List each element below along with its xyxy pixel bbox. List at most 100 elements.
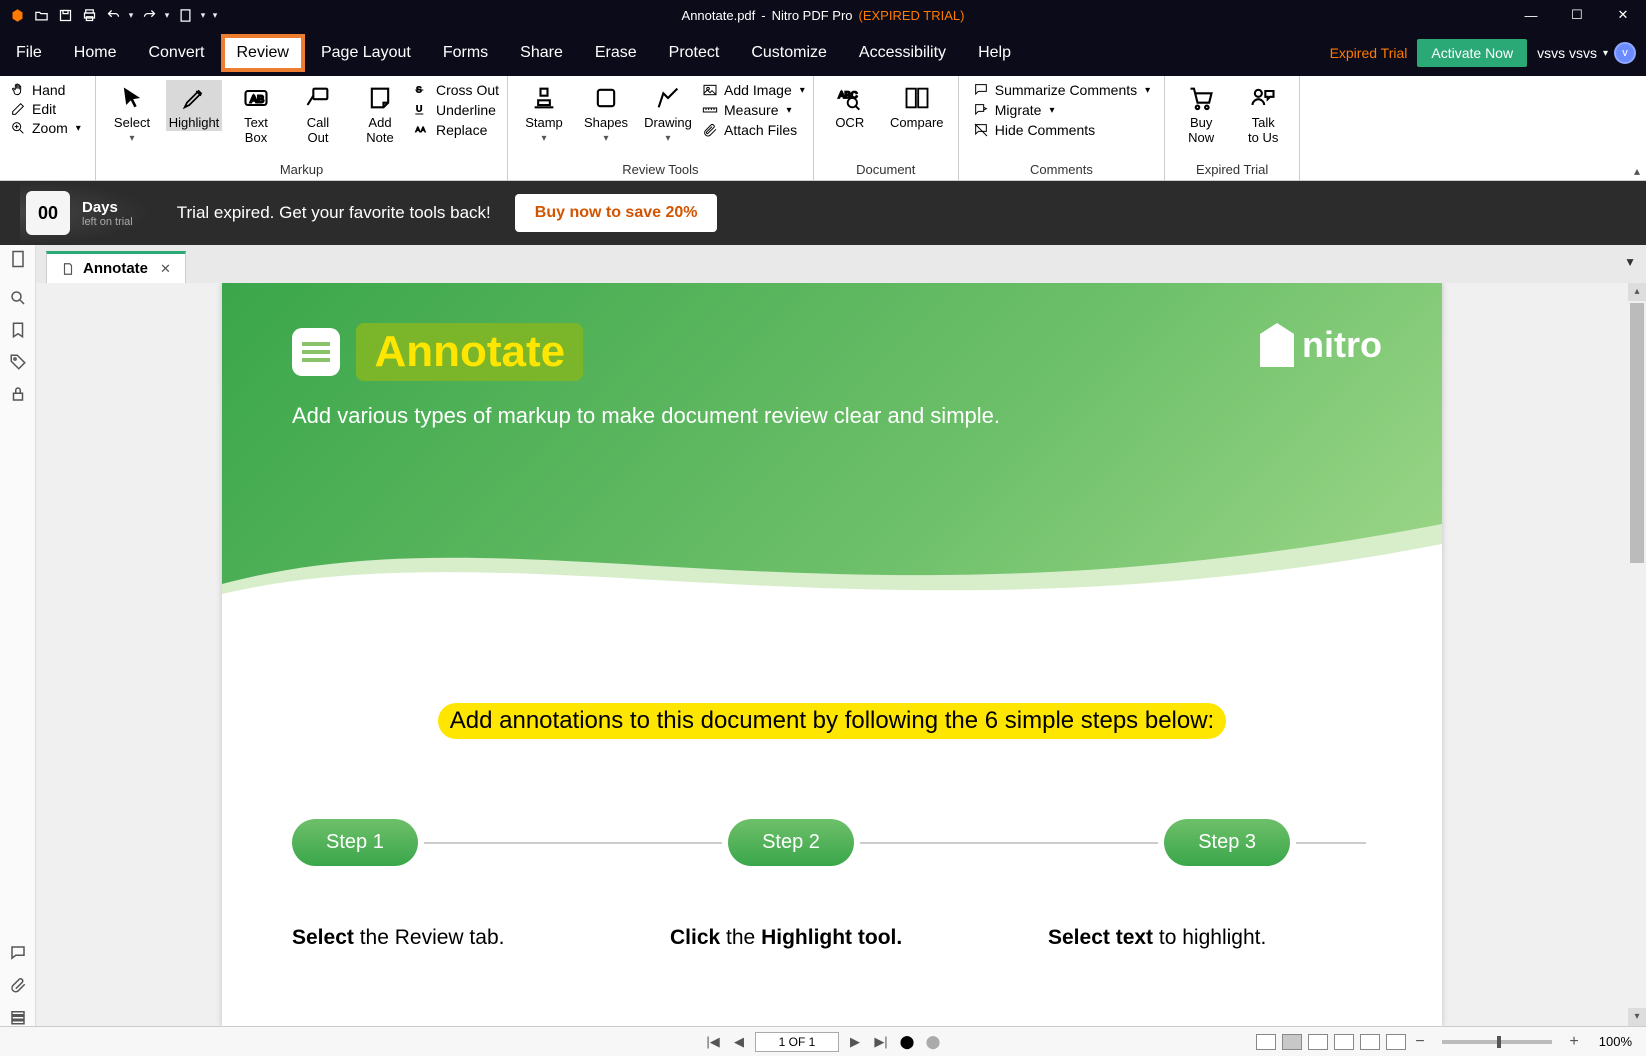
- ribbon-group-document: ABCOCR Compare Document: [814, 76, 959, 180]
- buy-now-cta[interactable]: Buy now to save 20%: [515, 194, 718, 232]
- nav-back-button[interactable]: ⬤: [897, 1032, 917, 1052]
- menu-help[interactable]: Help: [962, 34, 1027, 72]
- view-facing-continuous[interactable]: [1334, 1034, 1354, 1050]
- menu-protect[interactable]: Protect: [653, 34, 736, 72]
- add-image-button[interactable]: Add Image▾: [702, 82, 805, 98]
- maximize-button[interactable]: ☐: [1554, 0, 1600, 30]
- redo-dropdown[interactable]: ▾: [162, 4, 172, 26]
- next-page-button[interactable]: ▶: [845, 1032, 865, 1052]
- statusbar: |◀ ◀ ▶ ▶| ⬤ ⬤ − + 100%: [0, 1026, 1646, 1056]
- expired-trial-label: Expired Trial: [1330, 45, 1408, 61]
- comments-panel-icon[interactable]: [9, 944, 27, 962]
- ribbon-quick-tools: Hand Edit Zoom▾: [0, 76, 96, 180]
- first-page-button[interactable]: |◀: [703, 1032, 723, 1052]
- view-fullscreen[interactable]: [1386, 1034, 1406, 1050]
- attach-files-button[interactable]: Attach Files: [702, 122, 805, 138]
- save-icon[interactable]: [54, 4, 76, 26]
- hand-tool[interactable]: Hand: [10, 82, 85, 98]
- layers-panel-icon[interactable]: [9, 1008, 27, 1026]
- edit-tool[interactable]: Edit: [10, 101, 85, 117]
- migrate-button[interactable]: Migrate▾: [973, 102, 1150, 118]
- prev-page-button[interactable]: ◀: [729, 1032, 749, 1052]
- cross-out-button[interactable]: SCross Out: [414, 82, 499, 98]
- zoom-tool[interactable]: Zoom▾: [10, 120, 85, 136]
- collapse-ribbon-icon[interactable]: ▴: [1634, 164, 1640, 178]
- step-3-pill: Step 3: [1164, 819, 1290, 866]
- view-continuous[interactable]: [1282, 1034, 1302, 1050]
- talk-to-us-button[interactable]: Talkto Us: [1235, 80, 1291, 146]
- menu-home[interactable]: Home: [58, 34, 133, 72]
- measure-button[interactable]: Measure▾: [702, 102, 805, 118]
- activate-now-button[interactable]: Activate Now: [1417, 39, 1527, 67]
- summarize-comments-button[interactable]: Summarize Comments▾: [973, 82, 1150, 98]
- trial-days-sub: left on trial: [82, 216, 133, 228]
- zoom-in-button[interactable]: +: [1566, 1033, 1582, 1051]
- tags-panel-icon[interactable]: [9, 353, 27, 371]
- scrollbar-thumb[interactable]: [1630, 303, 1644, 563]
- last-page-button[interactable]: ▶|: [871, 1032, 891, 1052]
- nav-forward-button[interactable]: ⬤: [923, 1032, 943, 1052]
- text-box-button[interactable]: ABTextBox: [228, 80, 284, 146]
- instructions-highlight: Add annotations to this document by foll…: [438, 703, 1226, 739]
- page-display-dropdown[interactable]: ▾: [198, 4, 208, 26]
- user-name: vsvs vsvs: [1537, 45, 1597, 61]
- chevron-down-icon: ▾: [542, 133, 547, 145]
- search-panel-icon[interactable]: [9, 289, 27, 307]
- undo-icon[interactable]: [102, 4, 124, 26]
- chevron-down-icon: ▾: [666, 133, 671, 145]
- menu-customize[interactable]: Customize: [735, 34, 843, 72]
- view-facing[interactable]: [1308, 1034, 1328, 1050]
- highlight-button[interactable]: Highlight: [166, 80, 222, 131]
- page-number-input[interactable]: [755, 1032, 839, 1052]
- pages-panel-icon[interactable]: [8, 249, 28, 269]
- drawing-button[interactable]: Drawing▾: [640, 80, 696, 144]
- document-tab[interactable]: Annotate ✕: [46, 251, 186, 283]
- replace-button[interactable]: AAReplace: [414, 122, 499, 138]
- bookmarks-panel-icon[interactable]: [9, 321, 27, 339]
- menu-file[interactable]: File: [0, 34, 58, 72]
- user-menu[interactable]: vsvs vsvs ▾ v: [1537, 42, 1636, 64]
- close-tab-icon[interactable]: ✕: [160, 261, 171, 277]
- underline-button[interactable]: UUnderline: [414, 102, 499, 118]
- select-button[interactable]: Select▾: [104, 80, 160, 144]
- redo-icon[interactable]: [138, 4, 160, 26]
- document-viewport[interactable]: Annotate Add various types of markup to …: [36, 283, 1628, 1026]
- page-display-icon[interactable]: [174, 4, 196, 26]
- ribbon-group-review-tools: Stamp▾ Shapes▾ Drawing▾ Add Image▾ Measu…: [508, 76, 814, 180]
- tab-list-dropdown[interactable]: ▼: [1624, 255, 1636, 269]
- hide-comments-button[interactable]: Hide Comments: [973, 122, 1150, 138]
- menu-share[interactable]: Share: [504, 34, 579, 72]
- add-note-button[interactable]: AddNote: [352, 80, 408, 146]
- shapes-button[interactable]: Shapes▾: [578, 80, 634, 144]
- file-icon: [61, 262, 75, 276]
- menu-forms[interactable]: Forms: [427, 34, 504, 72]
- vertical-scrollbar[interactable]: ▴ ▾: [1628, 283, 1646, 1026]
- trial-suffix: (EXPIRED TRIAL): [859, 8, 965, 23]
- minimize-button[interactable]: —: [1508, 0, 1554, 30]
- print-icon[interactable]: [78, 4, 100, 26]
- scroll-up-button[interactable]: ▴: [1628, 283, 1646, 301]
- menu-page-layout[interactable]: Page Layout: [305, 34, 427, 72]
- menu-accessibility[interactable]: Accessibility: [843, 34, 962, 72]
- open-icon[interactable]: [30, 4, 52, 26]
- close-button[interactable]: ✕: [1600, 0, 1646, 30]
- left-rail-top: [0, 245, 36, 283]
- menu-convert[interactable]: Convert: [132, 34, 220, 72]
- call-out-button[interactable]: CallOut: [290, 80, 346, 146]
- undo-dropdown[interactable]: ▾: [126, 4, 136, 26]
- attachments-panel-icon[interactable]: [9, 976, 27, 994]
- security-panel-icon[interactable]: [9, 385, 27, 403]
- menu-review[interactable]: Review: [221, 34, 305, 72]
- menu-erase[interactable]: Erase: [579, 34, 653, 72]
- zoom-slider[interactable]: [1442, 1040, 1552, 1044]
- view-fit-width[interactable]: [1360, 1034, 1380, 1050]
- buy-now-button[interactable]: BuyNow: [1173, 80, 1229, 146]
- stamp-button[interactable]: Stamp▾: [516, 80, 572, 144]
- qat-customize[interactable]: ▾: [210, 4, 220, 26]
- group-label-expired: Expired Trial: [1165, 162, 1299, 180]
- scroll-down-button[interactable]: ▾: [1628, 1008, 1646, 1026]
- view-single-page[interactable]: [1256, 1034, 1276, 1050]
- ocr-button[interactable]: ABCOCR: [822, 80, 878, 131]
- zoom-out-button[interactable]: −: [1412, 1033, 1428, 1051]
- compare-button[interactable]: Compare: [884, 80, 950, 131]
